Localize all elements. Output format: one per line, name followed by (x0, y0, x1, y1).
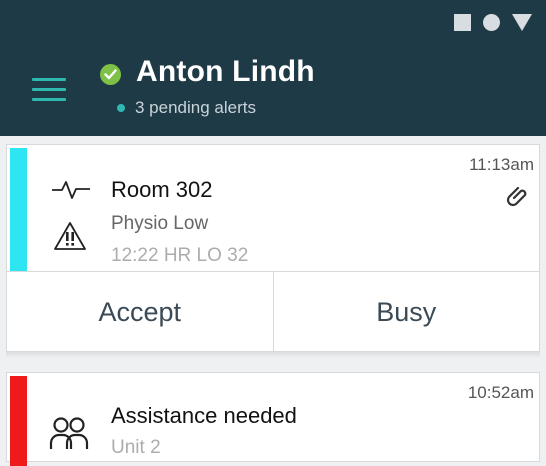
busy-button[interactable]: Busy (272, 272, 540, 352)
user-name: Anton Lindh (136, 55, 315, 88)
priority-stripe (10, 376, 27, 466)
alert-title: Assistance needed (111, 403, 297, 428)
pending-alerts-dot-icon (117, 104, 125, 112)
alert-title: Room 302 (111, 177, 213, 202)
attachment-icon[interactable] (505, 183, 529, 207)
alert-subtitle: Physio Low (111, 213, 209, 234)
online-status-icon (100, 64, 121, 85)
priority-stripe (10, 148, 27, 271)
check-icon (104, 69, 117, 80)
menu-button[interactable] (32, 78, 66, 102)
alert-card[interactable]: 11:13am Room 302 Physio Low 12:22 HR LO … (6, 144, 540, 352)
system-status-icons (454, 14, 532, 31)
app-header: Anton Lindh 3 pending alerts (0, 0, 546, 136)
menu-bar-icon (32, 88, 66, 91)
menu-bar-icon (32, 98, 66, 101)
alert-subtitle: Unit 2 (111, 437, 161, 458)
card-shadow (6, 352, 540, 358)
alert-time: 10:52am (467, 383, 534, 402)
alert-actions: Accept Busy (7, 271, 539, 352)
alert-detail: 12:22 HR LO 32 (111, 245, 249, 266)
stop-icon (454, 14, 471, 31)
menu-bar-icon (32, 78, 66, 81)
pending-alerts-text[interactable]: 3 pending alerts (135, 98, 256, 118)
triangle-icon (512, 14, 532, 31)
heartbeat-icon (52, 181, 90, 199)
people-icon (49, 417, 89, 449)
circle-icon (483, 14, 500, 31)
accept-button[interactable]: Accept (7, 272, 273, 352)
alert-time: 11:13am (469, 155, 534, 174)
warning-icon (54, 222, 86, 250)
